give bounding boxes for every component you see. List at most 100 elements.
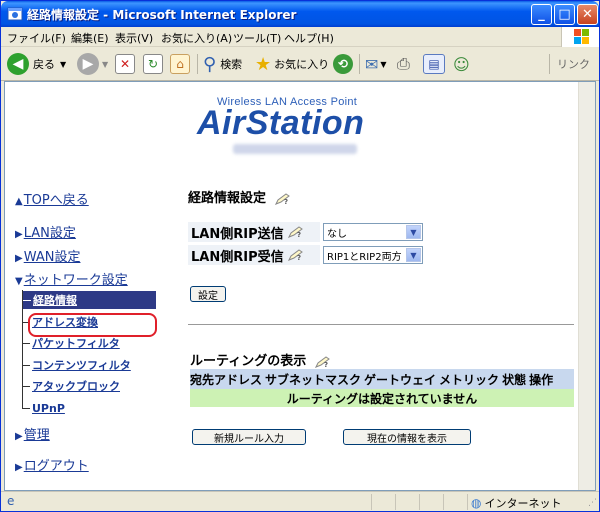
links-label: リンク <box>557 58 590 71</box>
help-pencil-icon[interactable]: ? <box>287 226 304 238</box>
down-triangle-icon: ▼ <box>15 276 23 287</box>
maximize-icon: □ <box>558 7 571 22</box>
history-button[interactable]: ⟲ <box>333 52 353 76</box>
nav-top[interactable]: ▲TOPへ戻る <box>15 189 89 208</box>
up-triangle-icon: ▲ <box>15 196 23 207</box>
logo-title: AirStation <box>197 104 365 142</box>
status-divider <box>395 494 396 510</box>
stop-button[interactable]: ✕ <box>115 52 135 76</box>
subnav-attack-block[interactable]: アタックブロック <box>22 377 120 395</box>
refresh-icon: ↻ <box>143 54 163 74</box>
close-icon: ✕ <box>582 7 593 22</box>
status-divider <box>467 494 468 510</box>
rip-send-select[interactable]: なし ▼ <box>323 223 423 241</box>
favorites-label: お気に入り <box>274 58 330 71</box>
highlight-circle <box>28 313 157 337</box>
favorites-button[interactable]: ★ お気に入り <box>255 52 329 76</box>
status-bar: e ◍ インターネット ⋰ <box>1 491 599 511</box>
history-icon: ⟲ <box>333 54 353 74</box>
subnav-upnp[interactable]: UPnP <box>22 399 65 417</box>
window-title: 経路情報設定 - Microsoft Internet Explorer <box>27 8 297 22</box>
toolbar-divider <box>359 54 360 74</box>
col-action: 操作 <box>529 372 554 387</box>
security-zone: ◍ インターネット <box>471 495 561 511</box>
new-rule-button[interactable]: 新規ルール入力 <box>192 429 306 445</box>
menu-edit[interactable]: 編集(E) <box>71 30 109 46</box>
rip-recv-row: LAN側RIP受信 ? RIP1とRIP2両方 ▼ <box>188 245 428 267</box>
page-content: Wireless LAN Access Point AirStation ▲TO… <box>4 81 596 491</box>
nav-lan[interactable]: ▶LAN設定 <box>15 222 76 241</box>
home-icon: ⌂ <box>170 54 190 74</box>
rip-send-label: LAN側RIP送信 ? <box>188 222 320 242</box>
menu-bar: ファイル(F) 編集(E) 表示(V) お気に入り(A) ツール(T) ヘルプ(… <box>1 27 599 47</box>
menu-favorites[interactable]: お気に入り(A) <box>161 30 232 46</box>
help-pencil-icon[interactable]: ? <box>274 192 291 205</box>
routing-empty-message: ルーティングは設定されていません <box>190 389 574 407</box>
subnav-content-filter[interactable]: コンテンツフィルタ <box>22 356 131 374</box>
nav-logout[interactable]: ▶ログアウト <box>15 455 89 474</box>
set-button[interactable]: 設定 <box>190 286 226 302</box>
svg-text:?: ? <box>297 254 301 261</box>
forward-arrow-icon: ▶ <box>77 53 99 75</box>
back-arrow-icon: ◀ <box>7 53 29 75</box>
refresh-button[interactable]: ↻ <box>143 52 163 76</box>
routing-title: ルーティングの表示 ? <box>190 350 331 369</box>
close-button[interactable]: ✕ <box>577 4 598 25</box>
nav-admin[interactable]: ▶管理 <box>15 424 50 443</box>
show-current-button[interactable]: 現在の情報を表示 <box>343 429 471 445</box>
links-button[interactable]: リンク <box>557 52 590 76</box>
search-icon: ⚲ <box>203 53 217 75</box>
help-pencil-icon[interactable]: ? <box>314 355 331 368</box>
resize-grip-icon[interactable]: ⋰ <box>588 498 597 508</box>
rip-recv-label: LAN側RIP受信 ? <box>188 245 320 265</box>
mail-icon: ✉ <box>365 54 379 74</box>
chevron-down-icon: ▼ <box>406 225 421 239</box>
col-subnet-mask: サブネットマスク <box>265 372 362 387</box>
subnav-routing[interactable]: 経路情報 <box>23 291 156 309</box>
star-icon: ★ <box>255 53 272 75</box>
blurred-model-name <box>233 144 357 154</box>
maximize-button[interactable]: □ <box>554 4 575 25</box>
menu-help[interactable]: ヘルプ(H) <box>284 30 334 46</box>
print-button[interactable]: ⎙ <box>397 52 410 76</box>
rip-send-row: LAN側RIP送信 ? なし ▼ <box>188 222 428 244</box>
menu-file[interactable]: ファイル(F) <box>7 30 66 46</box>
zone-label: インターネット <box>484 497 562 510</box>
help-pencil-icon[interactable]: ? <box>287 249 304 261</box>
rip-recv-select[interactable]: RIP1とRIP2両方 ▼ <box>323 246 423 264</box>
status-divider <box>371 494 372 510</box>
menu-view[interactable]: 表示(V) <box>115 30 153 46</box>
col-gateway: ゲートウェイ <box>364 372 437 387</box>
routing-table-header: 宛先アドレス サブネットマスク ゲートウェイ メトリック 状態 操作 <box>190 369 574 389</box>
toolbar-divider <box>549 54 550 74</box>
windows-flag-icon <box>561 27 599 47</box>
messenger-button[interactable]: ☺ <box>453 52 470 76</box>
forward-dropdown-icon: ▼ <box>102 59 109 69</box>
edit-button[interactable]: ▤ <box>423 52 445 76</box>
home-button[interactable]: ⌂ <box>170 52 190 76</box>
print-icon: ⎙ <box>397 54 410 73</box>
divider <box>188 324 574 325</box>
ie-icon <box>7 7 23 21</box>
right-triangle-icon: ▶ <box>15 462 23 473</box>
menu-tools[interactable]: ツール(T) <box>233 30 281 46</box>
page-done-icon: e <box>7 494 15 508</box>
svg-text:?: ? <box>297 231 301 238</box>
search-button[interactable]: ⚲ 検索 <box>203 52 242 76</box>
nav-network[interactable]: ▼ネットワーク設定 <box>15 269 128 288</box>
mail-button[interactable]: ✉ ▼ <box>365 52 387 76</box>
svg-text:?: ? <box>324 361 328 368</box>
back-button[interactable]: ◀ 戻る ▼ <box>7 52 66 76</box>
right-triangle-icon: ▶ <box>15 253 23 264</box>
status-divider <box>443 494 444 510</box>
vertical-scrollbar[interactable] <box>578 82 595 490</box>
chevron-down-icon: ▼ <box>406 248 421 262</box>
col-destination: 宛先アドレス <box>190 372 263 387</box>
nav-wan[interactable]: ▶WAN設定 <box>15 246 80 265</box>
back-label: 戻る <box>33 58 55 71</box>
rip-settings: LAN側RIP送信 ? なし ▼ LAN側RIP受信 ? RIP1とRIP2両方… <box>188 222 428 267</box>
messenger-icon: ☺ <box>453 54 470 74</box>
minimize-button[interactable]: _ <box>531 4 552 25</box>
col-status: 状態 <box>502 372 527 387</box>
forward-button[interactable]: ▶ ▼ <box>77 52 108 76</box>
